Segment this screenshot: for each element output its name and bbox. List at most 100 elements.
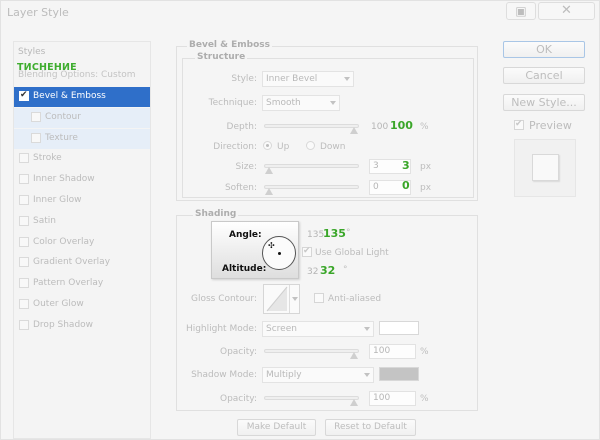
highlight-mode-label: Highlight Mode:: [185, 324, 257, 334]
bevel-emboss-title: Bevel & Emboss: [187, 40, 272, 50]
style-item-label: Texture: [45, 133, 78, 143]
soften-label: Soften:: [224, 183, 257, 193]
use-global-light-checkbox[interactable]: [302, 246, 312, 257]
highlight-opacity-unit: %: [420, 347, 429, 357]
style-item-texture[interactable]: Texture: [14, 129, 150, 149]
style-item-checkbox[interactable]: [31, 112, 41, 122]
highlight-opacity-thumb[interactable]: [350, 352, 358, 359]
style-item-outer-glow[interactable]: Outer Glow: [14, 295, 150, 315]
style-item-checkbox[interactable]: [19, 320, 29, 330]
style-item-inner-shadow[interactable]: Inner Shadow: [14, 170, 150, 190]
highlight-opacity-input[interactable]: 100: [369, 344, 416, 359]
style-item-label: Satin: [33, 216, 56, 226]
style-item-checkbox[interactable]: [19, 90, 29, 101]
style-select[interactable]: Inner Bevel: [262, 71, 354, 87]
highlight-opacity-slider[interactable]: [264, 349, 359, 359]
styles-list-panel: Styles Blending Options: Custom ТИСНЕНИЕ…: [13, 41, 151, 439]
depth-slider[interactable]: [264, 124, 359, 134]
reset-default-button[interactable]: Reset to Default: [325, 419, 416, 436]
shadow-mode-select[interactable]: Multiply: [262, 367, 374, 383]
size-slider[interactable]: [264, 164, 359, 174]
direction-up-label[interactable]: Up: [277, 142, 289, 152]
structure-title: Structure: [195, 52, 248, 62]
style-item-checkbox[interactable]: [19, 237, 29, 247]
soften-slider-thumb[interactable]: [265, 188, 273, 195]
shadow-mode-label: Shadow Mode:: [191, 370, 257, 380]
style-item-checkbox[interactable]: [19, 278, 29, 288]
preview-checkbox[interactable]: [514, 119, 524, 130]
style-item-checkbox[interactable]: [31, 133, 41, 143]
style-select-value: Inner Bevel: [266, 74, 318, 84]
highlight-opacity-label: Opacity:: [220, 347, 257, 357]
altitude-annotation: 32: [320, 264, 336, 277]
style-item-label: Inner Shadow: [33, 174, 95, 184]
use-global-light-label[interactable]: Use Global Light: [315, 248, 389, 258]
depth-slider-thumb[interactable]: [350, 127, 358, 134]
technique-select[interactable]: Smooth: [262, 95, 340, 111]
direction-label: Direction:: [213, 142, 257, 152]
contour-curve-icon: [266, 286, 288, 312]
cancel-button[interactable]: Cancel: [503, 67, 585, 84]
soften-annotation: 0: [402, 179, 410, 192]
style-item-checkbox[interactable]: [19, 174, 29, 184]
shading-title: Shading: [193, 209, 239, 219]
camera-icon[interactable]: ▣: [506, 2, 536, 20]
depth-value[interactable]: 100: [371, 122, 388, 132]
shadow-opacity-thumb[interactable]: [350, 399, 358, 406]
close-button[interactable]: ✕: [538, 2, 595, 20]
direction-down-label[interactable]: Down: [320, 142, 346, 152]
style-item-checkbox[interactable]: [19, 257, 29, 267]
style-item-pattern-overlay[interactable]: Pattern Overlay: [14, 274, 150, 294]
angle-dial-center: [278, 252, 281, 255]
angle-degree: °: [346, 228, 351, 238]
chevron-down-icon: [364, 373, 370, 377]
angle-value[interactable]: 135: [307, 230, 324, 240]
style-item-label: Drop Shadow: [33, 320, 94, 330]
angle-dial[interactable]: ✣: [262, 236, 296, 270]
new-style-button[interactable]: New Style...: [503, 94, 585, 111]
anti-aliased-label[interactable]: Anti-aliased: [328, 294, 381, 304]
size-slider-thumb[interactable]: [265, 167, 273, 174]
preview-swatch: [532, 154, 559, 181]
gloss-contour-picker[interactable]: [263, 284, 300, 314]
technique-label: Technique:: [208, 98, 257, 108]
style-item-label: Contour: [45, 112, 81, 122]
shadow-color-swatch[interactable]: [379, 367, 419, 381]
anti-aliased-checkbox[interactable]: [314, 293, 324, 303]
style-item-checkbox[interactable]: [19, 195, 29, 205]
highlight-mode-select[interactable]: Screen: [262, 321, 374, 337]
style-item-bevel-emboss[interactable]: Bevel & Emboss: [14, 87, 150, 107]
soften-slider[interactable]: [264, 185, 359, 195]
depth-annotation: 100: [390, 119, 413, 132]
style-item-color-overlay[interactable]: Color Overlay: [14, 233, 150, 253]
ok-button[interactable]: OK: [503, 41, 585, 58]
styles-header[interactable]: Styles: [18, 47, 45, 57]
altitude-value[interactable]: 32: [307, 267, 318, 277]
style-item-stroke[interactable]: Stroke: [14, 149, 150, 169]
soften-unit: px: [420, 183, 432, 193]
style-item-contour[interactable]: Contour: [14, 108, 150, 128]
chevron-down-icon: [364, 327, 370, 331]
crosshair-icon: ✣: [268, 241, 275, 250]
style-item-checkbox[interactable]: [19, 216, 29, 226]
direction-up-radio[interactable]: [263, 141, 272, 150]
style-item-gradient-overlay[interactable]: Gradient Overlay: [14, 253, 150, 273]
style-item-checkbox[interactable]: [19, 153, 29, 163]
style-item-label: Stroke: [33, 153, 62, 163]
shadow-mode-value: Multiply: [266, 370, 302, 380]
style-item-drop-shadow[interactable]: Drop Shadow: [14, 316, 150, 336]
shadow-opacity-input[interactable]: 100: [369, 391, 416, 406]
highlight-color-swatch[interactable]: [379, 321, 419, 335]
technique-select-value: Smooth: [266, 98, 301, 108]
style-item-checkbox[interactable]: [19, 299, 29, 309]
altitude-degree: °: [343, 265, 348, 275]
style-item-label: Pattern Overlay: [33, 278, 104, 288]
gloss-contour-label: Gloss Contour:: [190, 294, 257, 304]
style-item-inner-glow[interactable]: Inner Glow: [14, 191, 150, 211]
preview-label[interactable]: Preview: [529, 119, 572, 132]
direction-down-radio[interactable]: [306, 141, 315, 150]
make-default-button[interactable]: Make Default: [237, 419, 316, 436]
style-item-satin[interactable]: Satin: [14, 212, 150, 232]
depth-unit: %: [420, 122, 429, 132]
shadow-opacity-slider[interactable]: [264, 396, 359, 406]
